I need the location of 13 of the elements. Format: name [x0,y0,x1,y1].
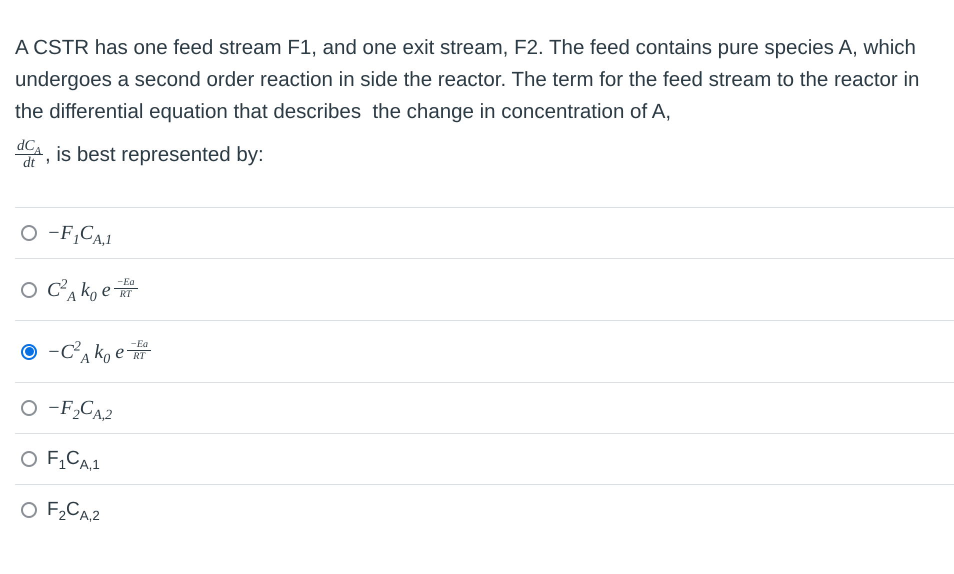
option-text[interactable]: −F$_{1}$C$_{A,1}$ [47,218,112,248]
option-text[interactable]: F$_{2}$C$_{A,2}$ [47,495,100,525]
radio-button[interactable] [21,344,37,360]
question-text: A CSTR has one feed stream F1, and one exit stream, F2. The feed contains pure species A, which undergoes a second order reaction in side the reactor. The term for the feed stream to the reactor in the differential equation that describes the change in concentration of A, [15,35,920,125]
radio-button[interactable] [21,225,37,241]
radio-button[interactable] [21,502,37,518]
derivative-fraction: dC$_{A}$ dt [15,138,43,171]
question-text-end: , is best represented by: [44,142,264,168]
radio-button[interactable] [21,282,37,298]
radio-button[interactable] [21,400,37,416]
radio-button[interactable] [21,451,37,467]
option-text[interactable]: F$_{1}$C$_{A,1}$ [47,444,100,474]
option-text[interactable]: −F$_{2}$C$_{A,2}$ [47,393,112,423]
